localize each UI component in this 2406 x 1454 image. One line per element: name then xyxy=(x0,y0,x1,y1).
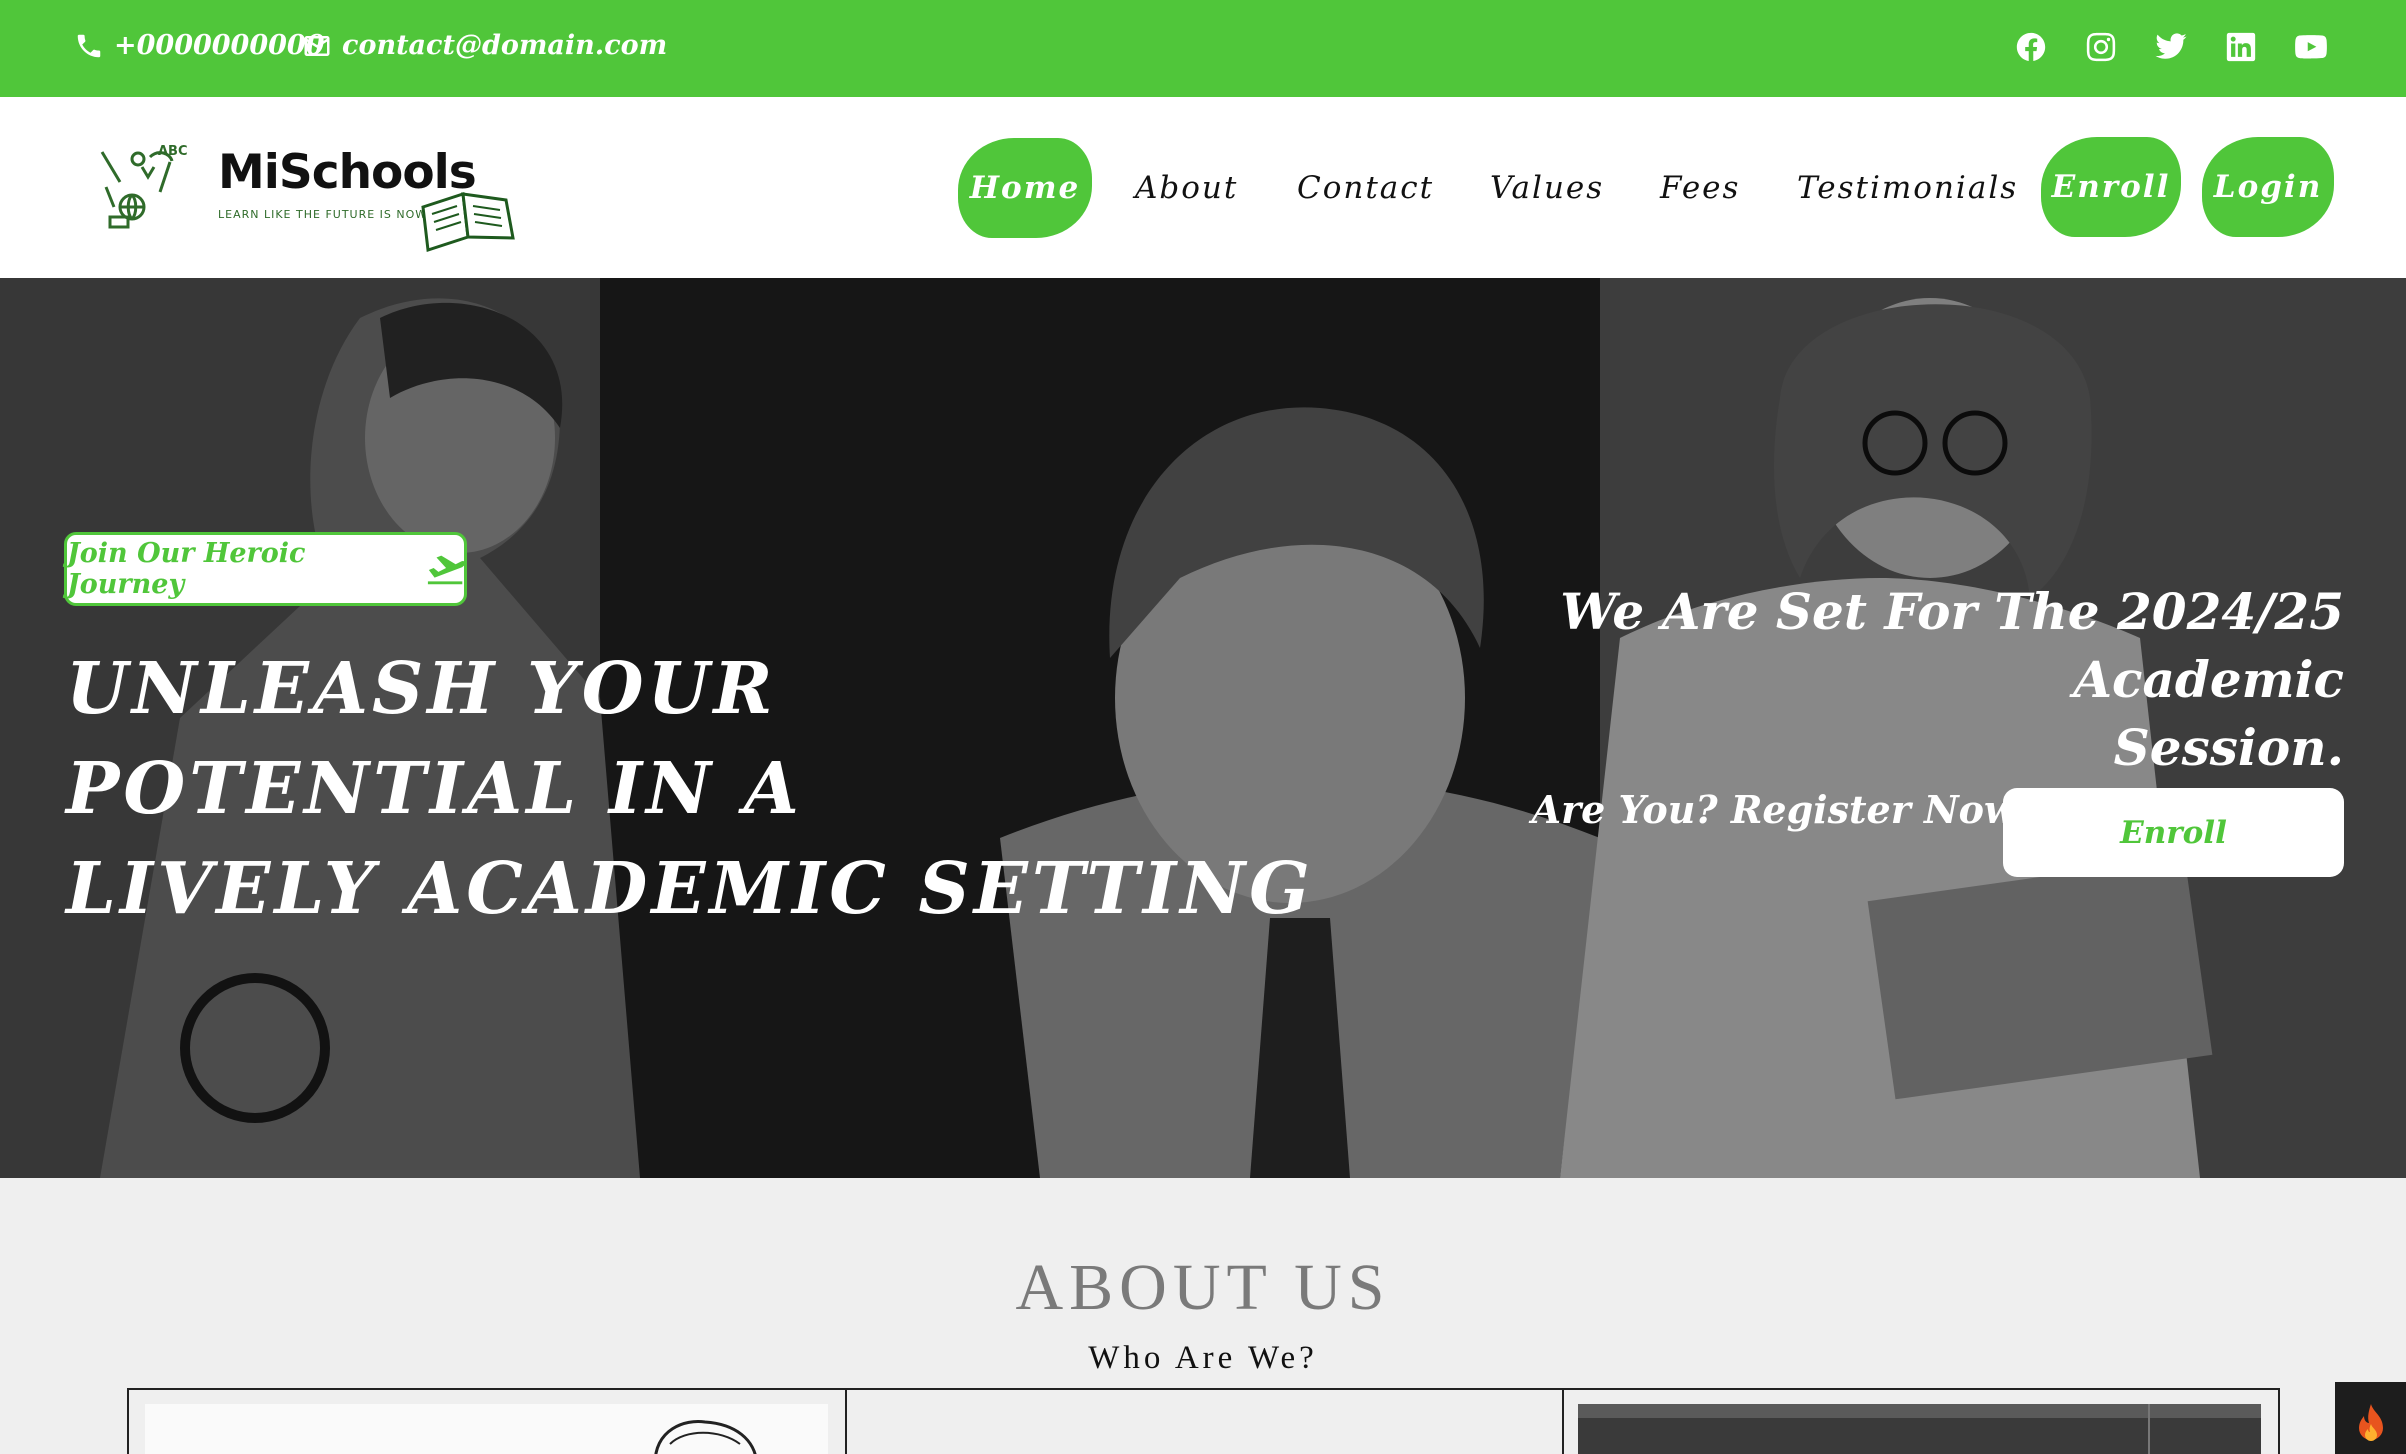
grid-divider xyxy=(845,1390,847,1454)
site-logo[interactable]: ABC MiSchools LEARN LIKE THE FUTURE IS N… xyxy=(90,137,550,252)
facebook-icon[interactable] xyxy=(2014,30,2048,64)
nav-login-button[interactable]: Login xyxy=(2202,137,2334,237)
nav-about[interactable]: About xyxy=(1135,170,1238,206)
grid-divider xyxy=(1562,1390,1564,1454)
phone-icon xyxy=(77,34,101,57)
headline-line-1: UNLEASH YOUR xyxy=(66,646,777,730)
announcement-line-1: We Are Set For The 2024/25 Academic xyxy=(1560,582,2344,709)
nav-contact[interactable]: Contact xyxy=(1297,170,1434,206)
about-card-image-3 xyxy=(1578,1404,2261,1454)
linkedin-icon[interactable] xyxy=(2224,30,2258,64)
about-section: ABOUT US Who Are We? xyxy=(0,1178,2406,1454)
hero-headline: UNLEASH YOUR POTENTIAL IN A LIVELY ACADE… xyxy=(66,638,1314,938)
nav-enroll-button[interactable]: Enroll xyxy=(2041,137,2181,237)
announcement-line-2: Session. xyxy=(2113,718,2344,777)
youtube-icon[interactable] xyxy=(2294,30,2328,64)
logo-tagline: LEARN LIKE THE FUTURE IS NOW xyxy=(218,208,428,221)
top-contact-bar: +0000000000 contact@domain.com xyxy=(0,0,2406,97)
phone-number: +0000000000 xyxy=(114,30,325,61)
hero-banner: Join Our Heroic Journey UNLEASH YOUR POT… xyxy=(0,278,2406,1178)
open-book-icon xyxy=(421,192,515,252)
envelope-icon xyxy=(304,35,330,56)
headline-line-3: LIVELY ACADEMIC SETTING xyxy=(66,846,1314,930)
nav-testimonials[interactable]: Testimonials xyxy=(1797,170,2018,206)
social-links xyxy=(2014,30,2328,64)
about-subtitle: Who Are We? xyxy=(1088,1340,1318,1376)
flame-icon xyxy=(2358,1404,2383,1441)
instagram-icon[interactable] xyxy=(2084,30,2118,64)
nav-home[interactable]: Home xyxy=(958,138,1092,238)
email-contact[interactable]: contact@domain.com xyxy=(302,30,667,61)
school-doodle-icon: ABC xyxy=(100,144,188,229)
twitter-icon[interactable] xyxy=(2154,30,2188,64)
join-journey-badge[interactable]: Join Our Heroic Journey xyxy=(64,532,467,606)
svg-text:ABC: ABC xyxy=(158,144,188,159)
hero-enroll-button[interactable]: Enroll xyxy=(2003,788,2344,877)
airplane-takeoff-icon xyxy=(427,555,464,585)
about-card-image-1 xyxy=(145,1404,828,1454)
nav-fees[interactable]: Fees xyxy=(1660,170,1740,206)
email-address: contact@domain.com xyxy=(342,30,668,61)
phone-contact[interactable]: +0000000000 xyxy=(74,30,325,61)
about-title: ABOUT US xyxy=(1015,1251,1391,1324)
headline-line-2: POTENTIAL IN A xyxy=(66,746,803,830)
flame-widget-button[interactable] xyxy=(2335,1382,2406,1454)
badge-label: Join Our Heroic Journey xyxy=(67,538,306,600)
nav-values[interactable]: Values xyxy=(1490,170,1604,206)
main-navbar: ABC MiSchools LEARN LIKE THE FUTURE IS N… xyxy=(0,97,2406,278)
